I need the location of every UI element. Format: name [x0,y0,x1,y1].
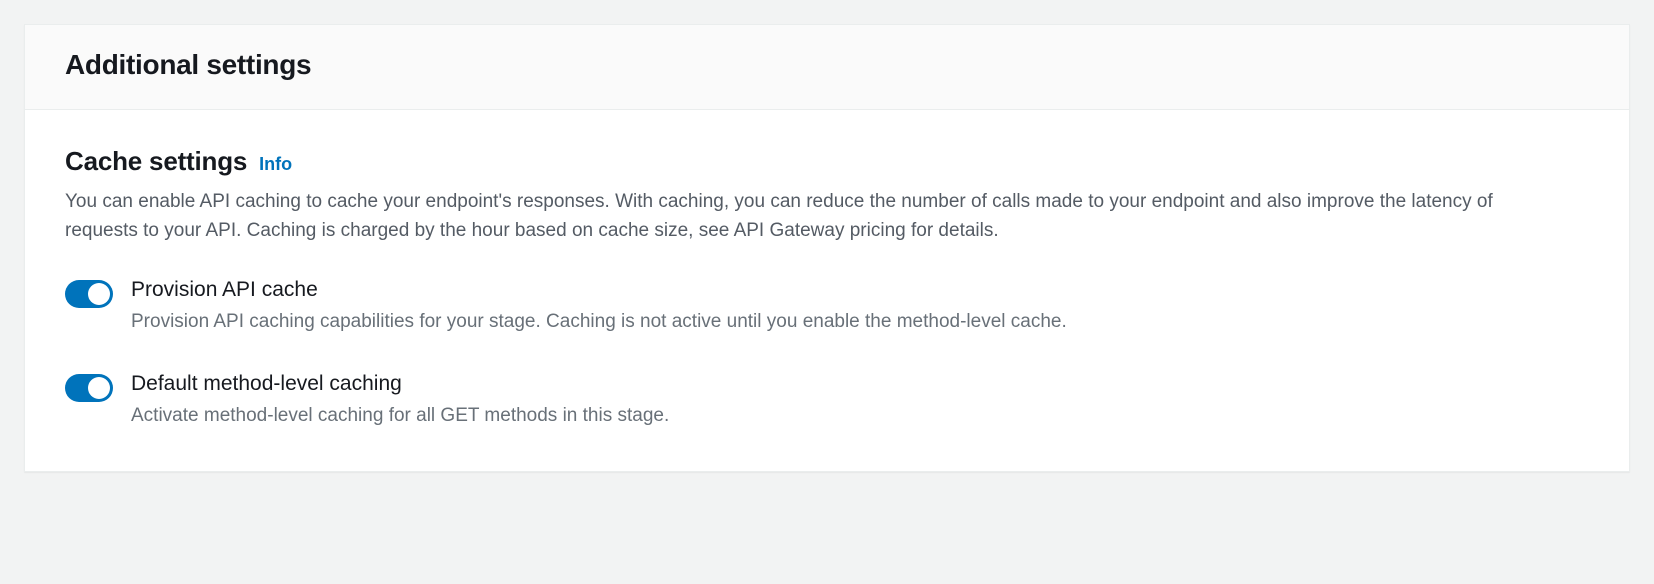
panel-title: Additional settings [65,49,1589,81]
cache-settings-title: Cache settings [65,146,247,177]
provision-api-cache-label: Provision API cache [131,278,1589,302]
cache-settings-header-row: Cache settings Info [65,146,1589,177]
default-method-level-caching-help: Activate method-level caching for all GE… [131,402,1589,431]
default-method-level-caching-label: Default method-level caching [131,372,1589,396]
additional-settings-panel: Additional settings Cache settings Info … [24,24,1630,472]
toggle-knob-icon [88,283,110,305]
provision-api-cache-toggle[interactable] [65,280,113,308]
default-method-level-caching-row: Default method-level caching Activate me… [65,372,1589,431]
provision-api-cache-row: Provision API cache Provision API cachin… [65,278,1589,337]
info-link[interactable]: Info [259,154,292,175]
default-method-level-caching-content: Default method-level caching Activate me… [131,372,1589,431]
toggle-knob-icon [88,377,110,399]
default-method-level-caching-toggle[interactable] [65,374,113,402]
panel-header: Additional settings [25,25,1629,110]
panel-body: Cache settings Info You can enable API c… [25,110,1629,471]
provision-api-cache-help: Provision API caching capabilities for y… [131,308,1589,337]
provision-api-cache-content: Provision API cache Provision API cachin… [131,278,1589,337]
cache-settings-description: You can enable API caching to cache your… [65,187,1505,246]
